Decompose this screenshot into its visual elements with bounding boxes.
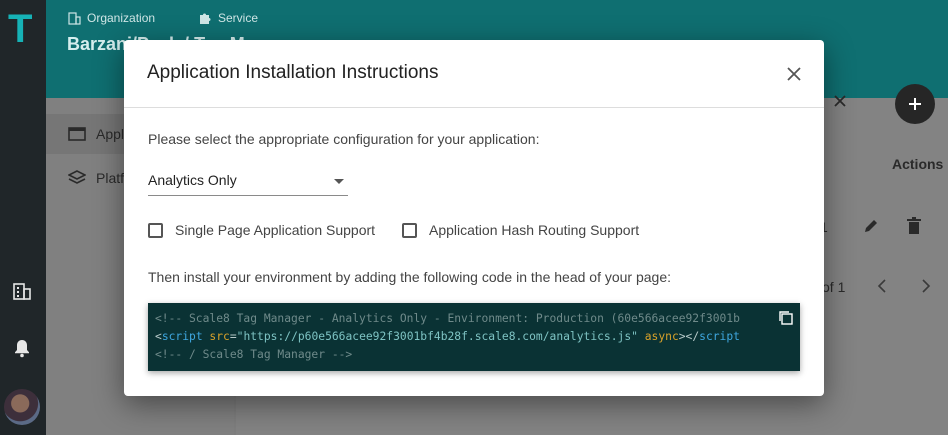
close-button[interactable] [782, 62, 806, 86]
code-token: < [155, 330, 162, 343]
dialog-title: Application Installation Instructions [147, 62, 439, 83]
code-token: "https://p60e566acee92f3001bf4b28f.scale… [236, 330, 638, 343]
install-instructions-text: Then install your environment by adding … [148, 269, 672, 285]
code-token: = [229, 330, 237, 343]
code-token: async [637, 330, 679, 343]
hash-routing-checkbox-row[interactable]: Application Hash Routing Support [402, 222, 639, 238]
hash-routing-checkbox[interactable] [402, 222, 417, 238]
code-line-1: <!-- Scale8 Tag Manager - Analytics Only… [155, 312, 740, 325]
code-token: src [202, 330, 230, 343]
spa-support-checkbox-row[interactable]: Single Page Application Support [148, 222, 375, 238]
dialog-header: Application Installation Instructions [124, 40, 824, 108]
copy-icon[interactable] [778, 310, 794, 326]
install-instructions-dialog: Application Installation Instructions Pl… [124, 40, 824, 396]
code-token: ></ [678, 330, 700, 343]
spa-support-label: Single Page Application Support [175, 222, 376, 238]
code-token: script [699, 330, 740, 343]
close-icon [787, 67, 801, 81]
chevron-down-icon [334, 179, 344, 184]
configuration-select[interactable]: Analytics Only [148, 166, 348, 196]
code-snippet[interactable]: <!-- Scale8 Tag Manager - Analytics Only… [148, 303, 800, 371]
configuration-select-value: Analytics Only [148, 172, 237, 188]
code-token: script [161, 330, 203, 343]
hash-routing-label: Application Hash Routing Support [429, 222, 640, 238]
spa-support-checkbox[interactable] [148, 222, 163, 238]
configuration-prompt: Please select the appropriate configurat… [148, 131, 540, 147]
code-line-3: <!-- / Scale8 Tag Manager --> [155, 348, 353, 361]
code-line-2: <script src="https://p60e566acee92f3001b… [155, 330, 740, 343]
